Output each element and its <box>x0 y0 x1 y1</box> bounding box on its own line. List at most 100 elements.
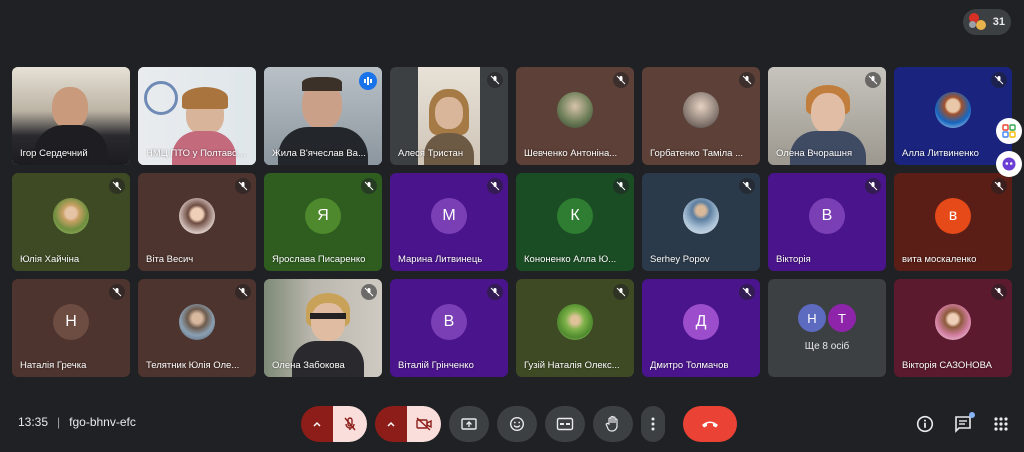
participant-tile[interactable]: Д Дмитро Толмачов <box>642 279 760 377</box>
avatar <box>179 198 215 235</box>
avatar <box>557 304 593 341</box>
participant-tile[interactable]: Алеся Тристан <box>390 67 508 165</box>
mic-muted-icon <box>487 284 503 300</box>
chevron-up-icon <box>387 421 395 427</box>
mic-control <box>301 406 367 442</box>
mic-muted-icon <box>739 72 755 88</box>
participant-tile[interactable]: Віта Весич <box>138 173 256 271</box>
participant-tile[interactable]: Шевченко Антоніна... <box>516 67 634 165</box>
chevron-up-icon <box>313 421 321 427</box>
notification-dot <box>969 412 975 418</box>
participants-count: 31 <box>992 16 1005 28</box>
participant-tile[interactable]: НМЦ ПТО у Полтавській <box>138 67 256 165</box>
assistant-icon <box>1002 157 1016 171</box>
mic-toggle-button[interactable] <box>333 406 367 442</box>
avatar <box>179 304 215 341</box>
participant-avatars-icon <box>969 13 987 31</box>
meeting-details-button[interactable] <box>913 412 937 436</box>
participant-tile[interactable]: Ігор Сердечний <box>12 67 130 165</box>
more-avatar: Н <box>796 302 828 335</box>
participant-tile[interactable]: в вита москаленко <box>894 173 1012 271</box>
hand-icon <box>605 415 618 432</box>
participant-tile[interactable]: М Марина Литвинець <box>390 173 508 271</box>
mic-muted-icon <box>991 72 1007 88</box>
mic-muted-icon <box>109 178 125 194</box>
participant-name: Віта Весич <box>146 254 194 265</box>
avatar <box>557 92 593 129</box>
participant-tile[interactable]: В Віталій Грінченко <box>390 279 508 377</box>
apps-button[interactable] <box>996 118 1022 144</box>
mic-muted-icon <box>487 178 503 194</box>
more-participants-tile[interactable]: Н Т Ще 8 осіб <box>768 279 886 377</box>
participant-tile[interactable]: Алла Литвиненко <box>894 67 1012 165</box>
participant-tile[interactable]: Олена Вчорашня <box>768 67 886 165</box>
avatar: в <box>935 198 971 235</box>
chat-button[interactable] <box>951 412 975 436</box>
avatar: М <box>431 198 467 235</box>
more-avatar: Т <box>826 302 858 335</box>
participant-tile[interactable]: Я Ярослава Писаренко <box>264 173 382 271</box>
speaking-indicator-icon <box>359 72 377 90</box>
participant-tile[interactable]: В Вікторія <box>768 173 886 271</box>
participant-name: Ігор Сердечний <box>20 148 88 159</box>
raise-hand-button[interactable] <box>593 406 633 442</box>
captions-icon <box>556 417 574 431</box>
participant-tile[interactable]: Н Наталія Гречка <box>12 279 130 377</box>
mic-muted-icon <box>613 178 629 194</box>
avatar <box>683 198 719 235</box>
audio-options-button[interactable] <box>301 406 333 442</box>
participant-tile[interactable]: Телятник Юлія Оле... <box>138 279 256 377</box>
assistant-button[interactable] <box>996 151 1022 177</box>
mic-muted-icon <box>361 178 377 194</box>
camera-control <box>375 406 441 442</box>
participant-name: Олена Забокова <box>272 360 345 371</box>
participant-name: Serhey Popov <box>650 254 710 265</box>
grid-apps-icon <box>994 417 1008 431</box>
chat-icon <box>955 416 971 433</box>
more-options-button[interactable] <box>641 406 665 442</box>
mic-muted-icon <box>613 284 629 300</box>
apps-icon <box>1002 124 1016 138</box>
divider: | <box>57 415 61 429</box>
mic-muted-icon <box>865 72 881 88</box>
video-options-button[interactable] <box>375 406 407 442</box>
participant-name: Юлія Хайчіна <box>20 254 80 265</box>
participant-tile[interactable]: Serhey Popov <box>642 173 760 271</box>
mic-muted-icon <box>739 284 755 300</box>
camera-toggle-button[interactable] <box>407 406 441 442</box>
participant-tile-speaking[interactable]: Жила В'ячеслав Ва... <box>264 67 382 165</box>
meeting-code[interactable]: fgo-bhnv-efc <box>69 415 136 429</box>
mic-muted-icon <box>235 178 251 194</box>
avatar: Н <box>53 304 89 341</box>
participant-tile[interactable]: Вікторія САЗОНОВА <box>894 279 1012 377</box>
participant-tile[interactable]: К Кононенко Алла Ю... <box>516 173 634 271</box>
avatar <box>935 304 971 341</box>
camera-off-icon <box>416 417 432 431</box>
avatar: В <box>431 304 467 341</box>
reactions-button[interactable] <box>497 406 537 442</box>
avatar <box>935 92 971 129</box>
participant-name: Марина Литвинець <box>398 254 483 265</box>
activities-button[interactable] <box>989 412 1013 436</box>
captions-button[interactable] <box>545 406 585 442</box>
participants-badge[interactable]: 31 <box>963 9 1011 35</box>
mic-off-icon <box>344 417 356 431</box>
participant-name: НМЦ ПТО у Полтавській <box>146 148 250 159</box>
present-screen-icon <box>461 418 477 430</box>
participant-name: вита москаленко <box>902 254 977 265</box>
avatar: Я <box>305 198 341 235</box>
mic-muted-icon <box>235 284 251 300</box>
mic-muted-icon <box>991 284 1007 300</box>
participant-tile[interactable]: Горбатенко Таміла ... <box>642 67 760 165</box>
participant-tile[interactable]: Гузій Наталія Олекс... <box>516 279 634 377</box>
participant-name: Телятник Юлія Оле... <box>146 360 240 371</box>
present-button[interactable] <box>449 406 489 442</box>
mic-muted-icon <box>865 178 881 194</box>
info-icon <box>916 415 934 433</box>
participant-tile[interactable]: Юлія Хайчіна <box>12 173 130 271</box>
participant-name: Вікторія <box>776 254 811 265</box>
leave-call-button[interactable] <box>683 406 737 442</box>
participant-tile[interactable]: Олена Забокова <box>264 279 382 377</box>
meeting-time: 13:35 <box>18 415 49 429</box>
avatar: Д <box>683 304 719 341</box>
